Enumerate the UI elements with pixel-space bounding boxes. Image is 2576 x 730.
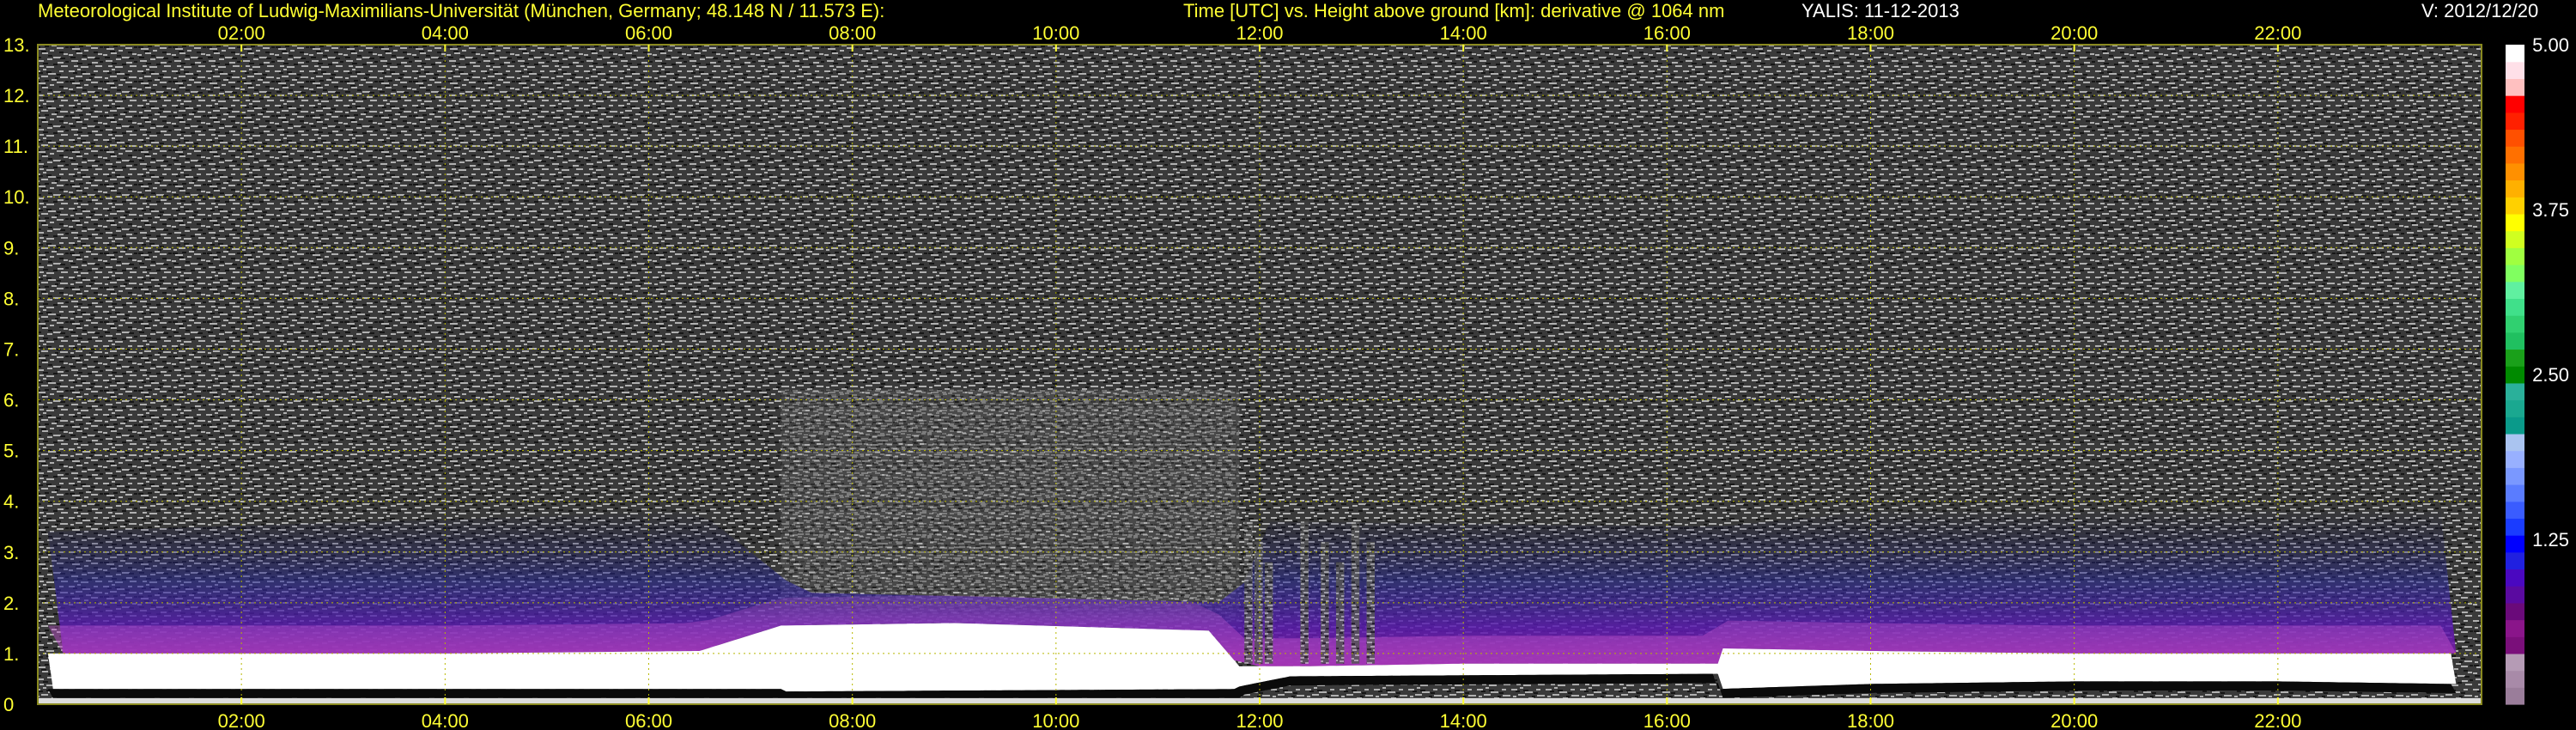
colorbar-swatch: [2506, 382, 2524, 401]
y-tick-label: 13.: [3, 34, 30, 56]
colorbar-swatch: [2506, 298, 2524, 316]
y-tick-label: 7.: [3, 338, 19, 360]
x-tick-label: 08:00: [829, 710, 876, 730]
colorbar-swatch: [2506, 636, 2524, 654]
y-tick-label: 11.: [3, 136, 28, 157]
x-tick-label: 12:00: [1236, 22, 1283, 44]
y-tick-label: 3.: [3, 542, 19, 563]
y-tick-label: 8.: [3, 288, 19, 309]
x-tick-label: 02:00: [218, 710, 265, 730]
x-tick-label: 16:00: [1643, 710, 1691, 730]
colorbar-swatch: [2506, 162, 2524, 181]
streak: [1300, 521, 1309, 664]
colorbar-swatch: [2506, 95, 2524, 113]
colorbar-swatch: [2506, 619, 2524, 637]
colorbar-swatch: [2506, 197, 2524, 215]
colorbar-swatch: [2506, 247, 2524, 265]
colorbar-swatch: [2506, 450, 2524, 468]
x-tick-label: 12:00: [1236, 710, 1283, 730]
colorbar-swatch: [2506, 687, 2524, 705]
colorbar-tick-label: 2.50: [2532, 364, 2569, 386]
colorbar-swatch: [2506, 569, 2524, 587]
colorbar-swatch: [2506, 433, 2524, 452]
x-tick-label: 02:00: [218, 22, 265, 44]
colorbar-swatch: [2506, 315, 2524, 333]
lidar-chart: 02:00 02:00 04:00 04:00 06:00 06:00 08:00 08:00…: [3, 22, 2569, 730]
y-tick-label: 2.: [3, 593, 19, 614]
x-tick-label: 20:00: [2050, 710, 2098, 730]
y-tick-label: 1.: [3, 643, 19, 665]
colorbar-swatch: [2506, 518, 2524, 536]
colorbar-swatch: [2506, 179, 2524, 198]
colorbar-swatch: [2506, 653, 2524, 672]
y-tick-label: 4.: [3, 491, 19, 513]
colorbar-tick-label: 1.25: [2532, 529, 2569, 551]
colorbar-swatch: [2506, 230, 2524, 248]
streak: [1351, 521, 1360, 664]
y-tick-label: 9.: [3, 237, 19, 259]
colorbar-swatch: [2506, 670, 2524, 688]
x-tick-label: 08:00: [829, 22, 876, 44]
colorbar-swatch: [2506, 417, 2524, 435]
y-tick-label: 6.: [3, 390, 19, 411]
x-tick-label: 18:00: [1847, 22, 1894, 44]
colorbar-swatch: [2506, 129, 2524, 147]
y-tick-label: 10.: [3, 186, 30, 208]
colorbar-swatch: [2506, 349, 2524, 367]
x-tick-label: 14:00: [1440, 22, 1487, 44]
colorbar: 1.25 2.50 3.75 5.00: [2506, 34, 2569, 705]
colorbar-swatch: [2506, 484, 2524, 502]
colorbar-swatch: [2506, 586, 2524, 604]
streak: [1335, 562, 1345, 664]
colorbar-swatch: [2506, 399, 2524, 417]
y-tick-label: 12.: [3, 85, 30, 106]
y-tick-label: 0: [3, 694, 14, 715]
colorbar-tick-label: 5.00: [2532, 34, 2569, 56]
colorbar-swatch: [2506, 265, 2524, 283]
colorbar-swatch: [2506, 467, 2524, 485]
colorbar-swatch: [2506, 366, 2524, 384]
colorbar-swatch: [2506, 602, 2524, 621]
streak: [1255, 541, 1263, 664]
x-tick-label: 06:00: [625, 22, 672, 44]
x-tick-label: 18:00: [1847, 710, 1894, 730]
colorbar-swatch: [2506, 213, 2524, 232]
colorbar-swatch: [2506, 332, 2524, 350]
x-tick-label: 16:00: [1643, 22, 1691, 44]
x-tick-label: 22:00: [2254, 710, 2301, 730]
colorbar-swatch: [2506, 551, 2524, 570]
colorbar-swatch: [2506, 535, 2524, 553]
colorbar-swatch: [2506, 112, 2524, 131]
colorbar-tick-label: 3.75: [2532, 199, 2569, 221]
x-tick-label: 20:00: [2050, 22, 2098, 44]
x-tick-label: 04:00: [422, 710, 469, 730]
x-tick-label: 06:00: [625, 710, 672, 730]
colorbar-swatch: [2506, 281, 2524, 299]
colorbar-swatch: [2506, 61, 2524, 79]
colorbar-swatch: [2506, 45, 2524, 63]
x-tick-label: 10:00: [1032, 710, 1079, 730]
x-tick-label: 10:00: [1032, 22, 1079, 44]
noise-fine-region: [781, 389, 1240, 624]
colorbar-swatch: [2506, 501, 2524, 519]
x-tick-label: 14:00: [1440, 710, 1487, 730]
y-axis: 0 1. 2. 3. 4. 5. 6. 7. 8. 9. 10. 11. 12. 13.: [3, 34, 30, 715]
x-tick-label: 22:00: [2254, 22, 2301, 44]
streak: [1264, 562, 1273, 664]
y-tick-label: 5.: [3, 441, 19, 462]
colorbar-swatch: [2506, 146, 2524, 164]
streak: [1244, 521, 1253, 664]
x-tick-label: 04:00: [422, 22, 469, 44]
colorbar-swatch: [2506, 78, 2524, 96]
